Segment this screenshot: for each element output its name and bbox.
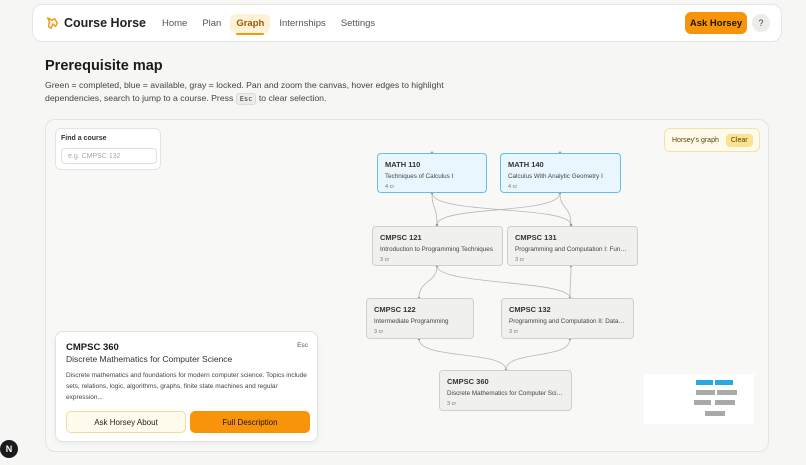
- minimap-node-cmpsc121: [696, 390, 715, 395]
- node-code: MATH 110: [385, 160, 421, 169]
- edge-math110-cmpsc131: [431, 192, 572, 226]
- edge-cmpsc131-cmpsc132: [569, 265, 572, 299]
- node-credits: 4 cr: [385, 184, 395, 190]
- node-title: Discrete Mathematics for Computer Scienc…: [447, 390, 564, 397]
- full-description-button[interactable]: Full Description: [190, 411, 310, 433]
- minimap-node-cmpsc360: [705, 411, 725, 416]
- course-node-cmpsc360[interactable]: CMPSC 360 Discrete Mathematics for Compu…: [439, 370, 572, 411]
- nav-plan[interactable]: Plan: [196, 14, 227, 33]
- nav-graph[interactable]: Graph: [230, 13, 271, 35]
- ask-horsey-button[interactable]: Ask Horsey: [685, 12, 747, 34]
- node-title: Techniques of Calculus I: [385, 173, 454, 180]
- course-node-cmpsc122[interactable]: CMPSC 122 Intermediate Programming 3 cr: [366, 298, 474, 339]
- nav-home[interactable]: Home: [156, 14, 193, 33]
- edge-math140-cmpsc121: [436, 192, 561, 226]
- brand-name: Course Horse: [64, 16, 146, 30]
- ask-horsey-about-button[interactable]: Ask Horsey About: [66, 411, 186, 433]
- brand[interactable]: Course Horse: [45, 16, 146, 30]
- nextjs-badge[interactable]: N: [0, 440, 18, 458]
- edge-math140-cmpsc131: [559, 192, 572, 226]
- esc-key: Esc: [235, 93, 257, 105]
- minimap-node-math140: [715, 380, 733, 385]
- node-code: CMPSC 121: [380, 233, 422, 242]
- node-code: CMPSC 131: [515, 233, 557, 242]
- node-title: Intermediate Programming: [374, 318, 449, 325]
- edge-cmpsc121-cmpsc132: [436, 265, 571, 299]
- node-title: Programming and Computation I: Fundament…: [515, 246, 630, 253]
- course-node-cmpsc132[interactable]: CMPSC 132 Programming and Computation II…: [501, 298, 634, 339]
- horse-logo-icon: [46, 17, 58, 29]
- course-detail-card: CMPSC 360 Esc Discrete Mathematics for C…: [55, 331, 318, 442]
- minimap-node-cmpsc131: [717, 390, 737, 395]
- description-text-2: to clear selection.: [256, 93, 327, 103]
- node-code: CMPSC 122: [374, 305, 416, 314]
- course-node-math110[interactable]: MATH 110 Techniques of Calculus I 4 cr: [377, 153, 487, 193]
- detail-course-code: CMPSC 360: [66, 342, 119, 353]
- detail-course-description: Discrete mathematics and foundations for…: [66, 372, 307, 401]
- edge-cmpsc132-cmpsc360: [505, 338, 571, 371]
- nav-internships[interactable]: Internships: [273, 14, 331, 33]
- page-description: Green = completed, blue = available, gra…: [45, 79, 475, 105]
- nav-links: Home Plan Graph Internships Settings: [156, 13, 384, 35]
- node-credits: 3 cr: [447, 401, 457, 407]
- detail-course-title: Discrete Mathematics for Computer Scienc…: [66, 354, 233, 364]
- node-credits: 3 cr: [380, 257, 390, 263]
- edge-cmpsc122-cmpsc360: [418, 338, 507, 371]
- course-node-cmpsc131[interactable]: CMPSC 131 Programming and Computation I:…: [507, 226, 638, 266]
- detail-esc-close[interactable]: Esc: [297, 342, 308, 349]
- edge-cmpsc121-cmpsc122: [418, 265, 438, 299]
- node-title: Calculus With Analytic Geometry I: [508, 173, 603, 180]
- node-title: Introduction to Programming Techniques: [380, 246, 493, 253]
- help-button[interactable]: ?: [752, 14, 770, 32]
- page-title: Prerequisite map: [45, 58, 163, 74]
- top-navbar: Course Horse Home Plan Graph Internships…: [32, 4, 782, 42]
- node-credits: 3 cr: [515, 257, 525, 263]
- minimap-node-cmpsc122: [694, 400, 711, 405]
- minimap-node-math110: [696, 380, 713, 385]
- node-title: Programming and Computation II: Data Str…: [509, 318, 626, 325]
- node-code: MATH 140: [508, 160, 544, 169]
- node-code: CMPSC 360: [447, 377, 489, 386]
- node-credits: 3 cr: [374, 329, 384, 335]
- node-credits: 3 cr: [509, 329, 519, 335]
- minimap-node-cmpsc132: [715, 400, 735, 405]
- minimap[interactable]: [644, 374, 754, 424]
- node-code: CMPSC 132: [509, 305, 551, 314]
- node-credits: 4 cr: [508, 184, 518, 190]
- nav-settings[interactable]: Settings: [335, 14, 381, 33]
- course-node-cmpsc121[interactable]: CMPSC 121 Introduction to Programming Te…: [372, 226, 503, 266]
- course-node-math140[interactable]: MATH 140 Calculus With Analytic Geometry…: [500, 153, 621, 193]
